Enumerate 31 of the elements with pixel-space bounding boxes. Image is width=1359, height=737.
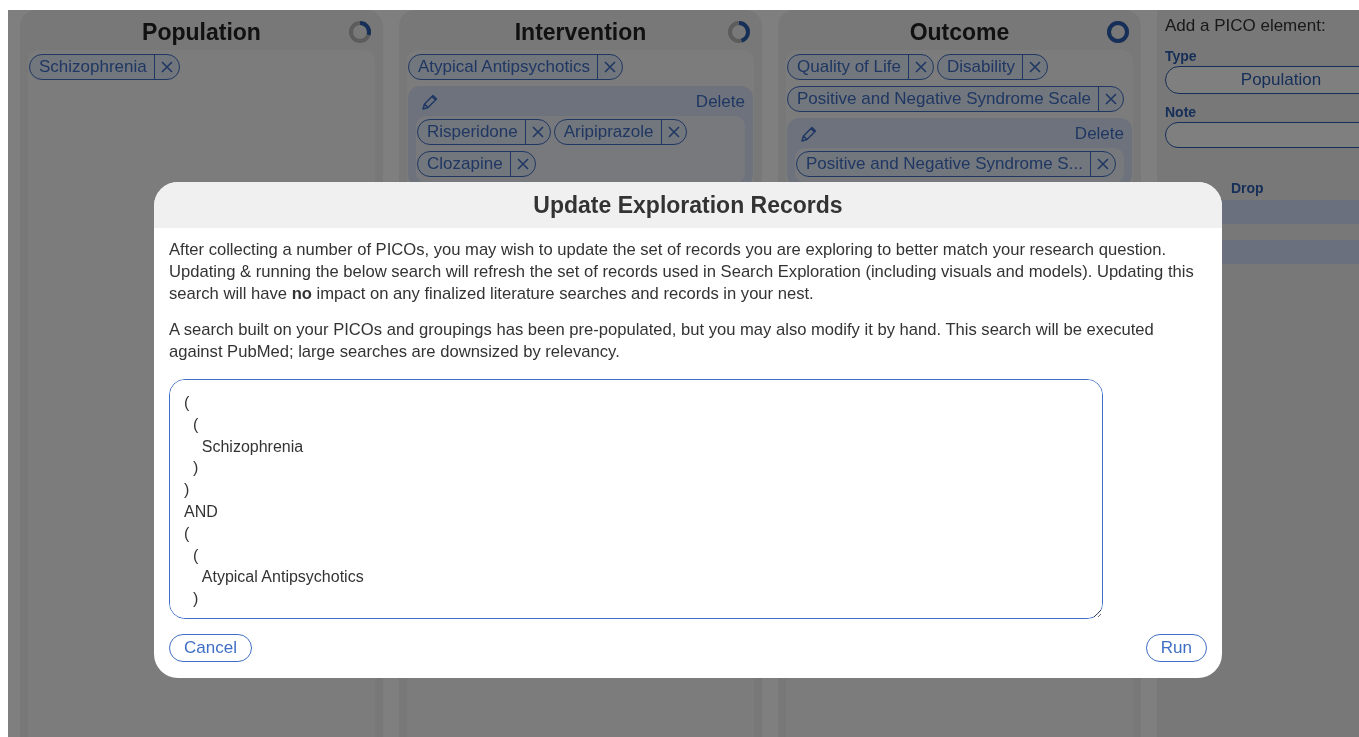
progress-ring [726,19,752,45]
column-title: Intervention [514,18,647,46]
run-button[interactable]: Run [1145,634,1207,662]
description-text: A search built on your PICOs and groupings has been pre-populated, but you may also modify it by hand. This search will be executed against PubMed; large searches are downsized by relevancy. [169,319,1155,363]
column-title: Population [142,18,261,46]
field-label: Type [1165,48,1198,64]
progress-ring [347,19,373,45]
field-label: Drop [1231,180,1265,196]
description-text: After collecting a number of PICOs, you may wish to update the set of records you are exploring to better match your research question. Updating & running the below search will refresh the set of records used in Search Exploration (including visuals and models). Updating this search will have no impact on any finalized literature searches and records in your nest. [169,239,1195,305]
dialog-title: Update Exploration Records [533,191,843,219]
close-icon [1103,92,1118,106]
close-icon [530,125,545,139]
close-icon [515,157,530,171]
close-icon [1095,157,1110,171]
close-icon [913,60,928,74]
pencil-icon [420,92,440,112]
panel-heading: Add a PICO element: [1165,16,1327,36]
field-label: Note [1165,104,1198,120]
note-field[interactable] [1165,122,1359,148]
type-select[interactable]: Population [1165,66,1359,94]
close-icon [1028,60,1042,74]
pencil-icon [799,124,819,144]
cancel-button[interactable]: Cancel [169,634,252,662]
progress-ring [1105,19,1131,45]
delete-button[interactable]: Delete [1074,124,1124,144]
query-field[interactable]: ( ( Schizophrenia ) ) AND ( ( Atypical Antipsychotics ) [169,379,1103,619]
delete-button[interactable]: Delete [695,92,745,112]
column-title: Outcome [909,18,1010,46]
close-icon [666,125,681,139]
close-icon [159,60,174,74]
close-icon [602,60,617,74]
